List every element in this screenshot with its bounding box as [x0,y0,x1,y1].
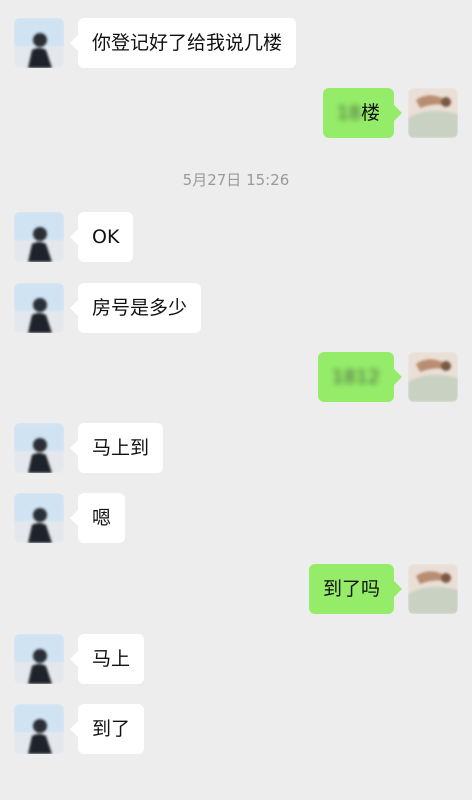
self-avatar[interactable] [408,88,458,138]
self-avatar-icon [408,88,458,138]
self-avatar[interactable] [408,352,458,402]
contact-avatar[interactable] [14,18,64,68]
contact-avatar-icon [14,18,64,68]
message-bubble[interactable]: 18楼 [322,88,403,138]
contact-avatar[interactable] [14,704,64,754]
message-row: OK [0,212,472,262]
message-row: 到了吗 [0,564,472,614]
message-row: 房号是多少 [0,283,472,333]
contact-avatar-icon [14,283,64,333]
contact-avatar[interactable] [14,212,64,262]
message-bubble[interactable]: 马上 [69,634,145,684]
contact-avatar-icon [14,704,64,754]
self-avatar-icon [408,564,458,614]
contact-avatar[interactable] [14,493,64,543]
contact-avatar[interactable] [14,423,64,473]
message-row: 1812 [0,352,472,402]
contact-avatar-icon [14,212,64,262]
message-bubble[interactable]: 到了吗 [308,564,403,614]
self-avatar[interactable] [408,564,458,614]
message-row: 马上到 [0,423,472,473]
contact-avatar-icon [14,493,64,543]
message-bubble[interactable]: 房号是多少 [69,283,202,333]
message-bubble[interactable]: 马上到 [69,423,164,473]
message-bubble[interactable]: 你登记好了给我说几楼 [69,18,297,68]
message-bubble[interactable]: 1812 [317,352,403,402]
contact-avatar-icon [14,634,64,684]
redacted-text: 18 [336,102,361,124]
timestamp: 5月27日 15:26 [182,171,290,189]
message-row: 嗯 [0,493,472,543]
contact-avatar[interactable] [14,283,64,333]
message-bubble[interactable]: 到了 [69,704,145,754]
self-avatar-icon [408,352,458,402]
message-bubble[interactable]: 嗯 [69,493,126,543]
message-text: 楼 [360,102,380,124]
message-bubble[interactable]: OK [69,212,134,262]
contact-avatar-icon [14,423,64,473]
message-row: 18楼 [0,88,472,138]
message-row: 到了 [0,704,472,754]
message-row: 马上 [0,634,472,684]
contact-avatar[interactable] [14,634,64,684]
message-row: 你登记好了给我说几楼 [0,18,472,68]
redacted-text: 1812 [331,366,380,388]
